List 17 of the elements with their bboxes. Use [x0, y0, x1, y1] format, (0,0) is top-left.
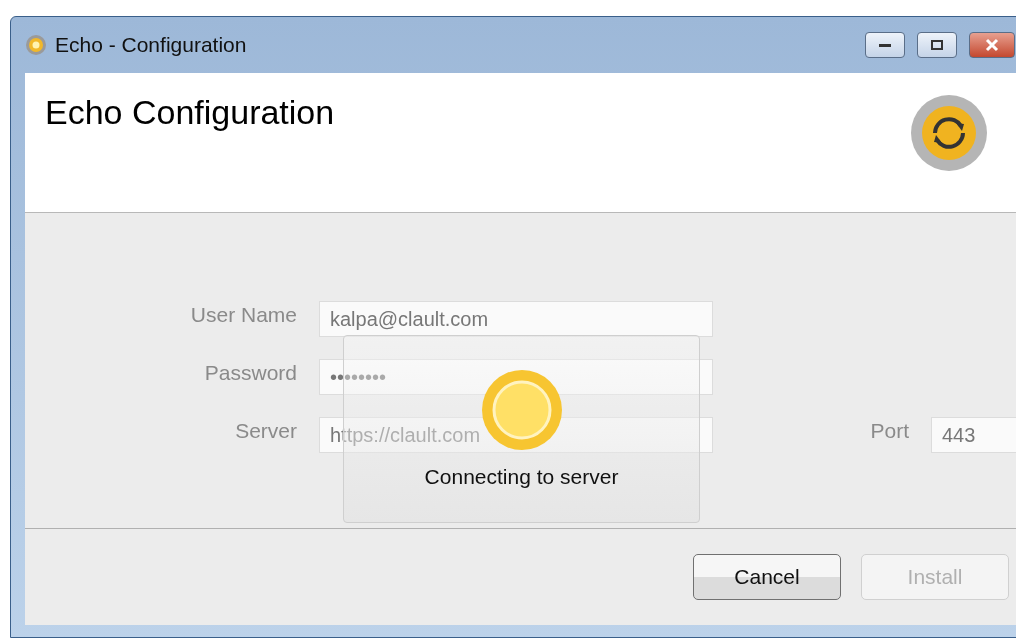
close-button[interactable]: [969, 32, 1015, 58]
sync-icon: [909, 93, 989, 173]
minimize-icon: [878, 42, 892, 48]
field-label: Password: [204, 361, 297, 385]
field-label: Port: [870, 419, 909, 443]
spinner-icon: [480, 369, 563, 451]
dialog-button[interactable]: Cancel: [693, 554, 841, 600]
header-title: Echo Configuration: [45, 93, 335, 132]
maximize-button[interactable]: [917, 32, 957, 58]
window-title: Echo - Configuration: [55, 33, 248, 57]
maximize-icon: [930, 39, 944, 51]
close-icon: [984, 38, 1000, 52]
minimize-button[interactable]: [865, 32, 905, 58]
field-label: User Name: [190, 303, 297, 327]
progress-message: Connecting to server: [424, 465, 619, 489]
field-label: Server: [235, 419, 297, 443]
app-icon: [25, 34, 47, 56]
